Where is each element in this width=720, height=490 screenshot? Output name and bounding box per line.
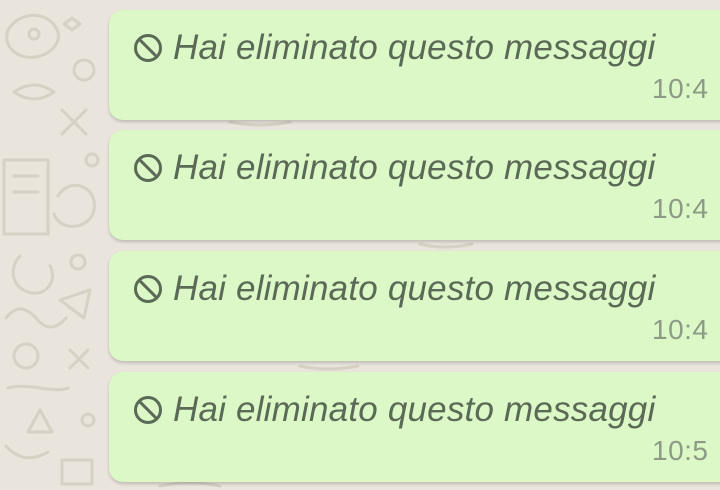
outgoing-message-bubble[interactable]: Hai eliminato questo messaggi 10:4 bbox=[109, 251, 720, 361]
deleted-message-content: Hai eliminato questo messaggi bbox=[131, 390, 655, 430]
outgoing-message-bubble[interactable]: Hai eliminato questo messaggi 10:5 bbox=[109, 372, 720, 482]
message-timestamp: 10:4 bbox=[652, 314, 709, 345]
deleted-message-label: Hai eliminato questo messaggi bbox=[173, 148, 656, 187]
chat-message-list[interactable]: Hai eliminato questo messaggi 10:4 Hai e… bbox=[0, 0, 720, 490]
blocked-icon bbox=[131, 393, 165, 427]
message-timestamp: 10:4 bbox=[652, 73, 709, 104]
outgoing-message-bubble[interactable]: Hai eliminato questo messaggi 10:4 bbox=[109, 130, 720, 240]
blocked-icon bbox=[131, 272, 165, 306]
message-timestamp: 10:4 bbox=[652, 193, 709, 224]
deleted-message-content: Hai eliminato questo messaggi bbox=[131, 148, 655, 188]
blocked-icon bbox=[131, 31, 165, 65]
deleted-message-label: Hai eliminato questo messaggi bbox=[173, 269, 656, 308]
message-timestamp: 10:5 bbox=[652, 435, 709, 466]
deleted-message-content: Hai eliminato questo messaggi bbox=[131, 269, 655, 309]
deleted-message-label: Hai eliminato questo messaggi bbox=[173, 28, 656, 67]
outgoing-message-bubble[interactable]: Hai eliminato questo messaggi 10:4 bbox=[109, 10, 720, 120]
blocked-icon bbox=[131, 151, 165, 185]
deleted-message-label: Hai eliminato questo messaggi bbox=[173, 390, 656, 429]
deleted-message-content: Hai eliminato questo messaggi bbox=[131, 28, 655, 68]
